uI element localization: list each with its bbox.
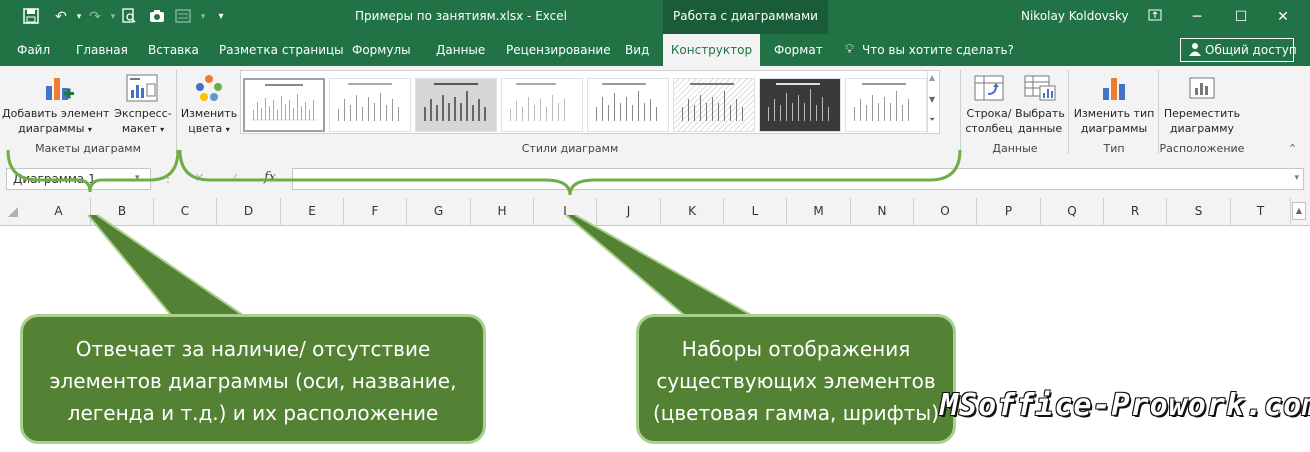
callout-styles: Наборы отображения существующих элементо…	[636, 314, 956, 444]
callout-layouts-line-1: Отвечает за наличие/ отсутствие	[75, 337, 431, 361]
callout-styles-line-3: (цветовая гамма, шрифты)	[652, 401, 940, 425]
watermark: MSoffice-Prowork.com	[940, 388, 1310, 423]
callout-layouts: Отвечает за наличие/ отсутствие элементо…	[20, 314, 486, 444]
bracket-layouts	[6, 149, 180, 193]
callout-styles-line-2: существующих элементов	[656, 369, 936, 393]
bracket-styles	[178, 149, 962, 196]
callout-styles-line-1: Наборы отображения	[681, 337, 911, 361]
callout-layouts-line-2: элементов диаграммы (оси, название,	[49, 369, 457, 393]
callout-layouts-line-3: легенда и т.д.) и их расположение	[67, 401, 439, 425]
